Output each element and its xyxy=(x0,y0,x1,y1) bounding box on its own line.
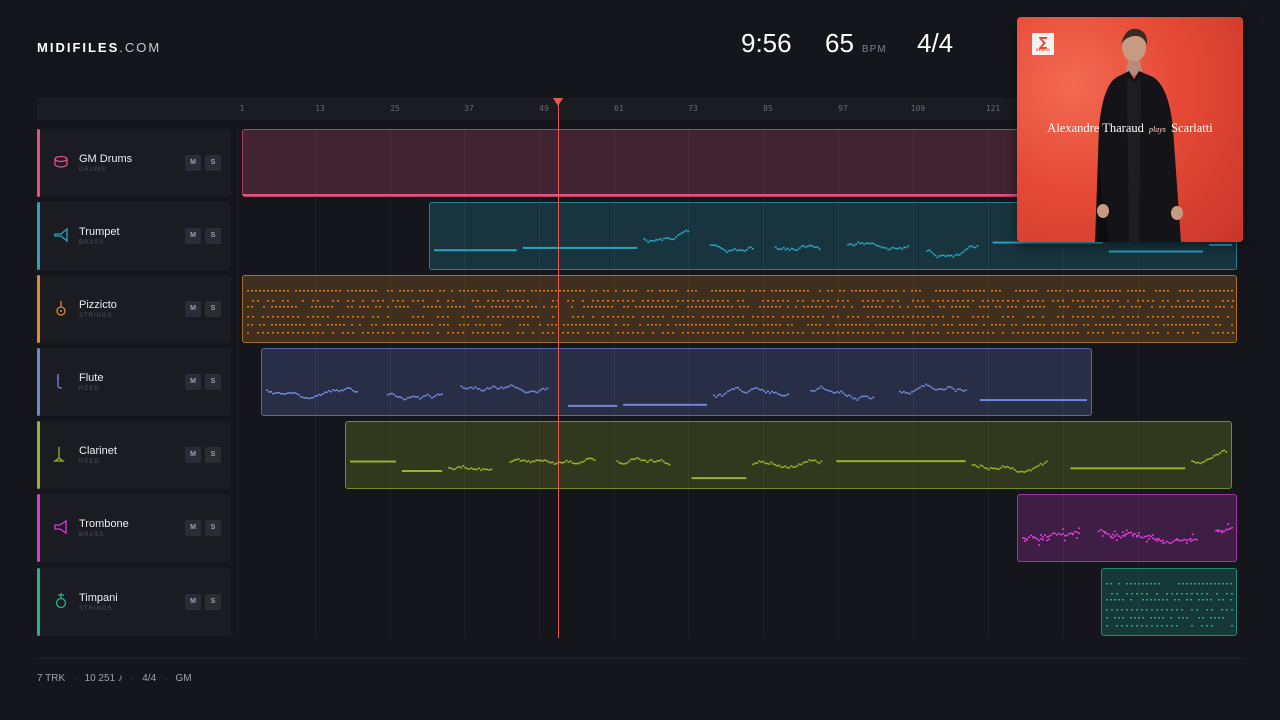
ruler-tick: 61 xyxy=(614,104,624,113)
mute-button[interactable]: M xyxy=(185,594,201,610)
flute-icon xyxy=(53,372,69,390)
track-header-trombone[interactable]: Trombone BRASS M S xyxy=(37,494,231,562)
solo-button[interactable]: S xyxy=(205,374,221,390)
solo-button[interactable]: S xyxy=(205,594,221,610)
album-cover: ERATO Alexandre Tharaud plays Scarlatti xyxy=(1017,17,1243,242)
track-category: BRASS xyxy=(79,240,105,246)
midi-clip[interactable] xyxy=(242,275,1237,343)
tempo-display: 65 BPM xyxy=(825,28,887,58)
brand-logo: MIDIFILES.COM xyxy=(37,40,162,55)
ruler-tick: 121 xyxy=(985,104,1001,113)
ruler-tick: 25 xyxy=(390,104,400,113)
midi-clip[interactable] xyxy=(1101,568,1237,636)
playhead[interactable] xyxy=(558,98,559,638)
ruler-tick: 73 xyxy=(688,104,698,113)
brand-tld: .COM xyxy=(119,40,162,55)
track-category: DRUMS xyxy=(79,167,106,173)
track-color-bar xyxy=(37,568,40,636)
track-header-timpani[interactable]: Timpani STRINGS M S xyxy=(37,568,231,636)
footer-signature: 4/4 xyxy=(142,673,157,684)
guitar-icon xyxy=(53,299,69,317)
time-signature: 4/4 xyxy=(917,28,954,58)
track-category: BRASS xyxy=(79,532,105,538)
track-header-flute[interactable]: Flute REED M S xyxy=(37,348,231,416)
solo-button[interactable]: S xyxy=(205,155,221,171)
track-name: GM Drums xyxy=(79,153,133,165)
mute-button[interactable]: M xyxy=(185,155,201,171)
track-color-bar xyxy=(37,129,40,197)
note-count: 10 251 ♪ xyxy=(84,673,123,684)
track-header-trumpet[interactable]: Trumpet BRASS M S xyxy=(37,202,231,270)
footer-divider xyxy=(37,658,1243,659)
midi-clip[interactable] xyxy=(345,421,1232,489)
ruler-tick: 37 xyxy=(464,104,474,113)
track-color-bar xyxy=(37,202,40,270)
album-title: Alexandre Tharaud plays Scarlatti xyxy=(1047,121,1213,135)
solo-button[interactable]: S xyxy=(205,301,221,317)
note-pattern xyxy=(350,449,1228,480)
status-footer: 7 TRK · 10 251 ♪ · 4/4 · GM xyxy=(37,673,192,684)
track-name: Trumpet xyxy=(79,226,120,238)
playhead-marker[interactable] xyxy=(553,98,563,106)
track-category: STRINGS xyxy=(79,606,113,612)
timpani-icon xyxy=(53,592,69,610)
track-header-clarinet[interactable]: Clarinet REED M S xyxy=(37,421,231,489)
ruler-tick: 97 xyxy=(838,104,848,113)
mute-button[interactable]: M xyxy=(185,228,201,244)
track-name: Pizzicto xyxy=(79,299,117,311)
ruler-tick: 49 xyxy=(539,104,549,113)
track-name: Flute xyxy=(79,372,104,384)
tempo-unit: BPM xyxy=(861,44,887,55)
mute-button[interactable]: M xyxy=(185,447,201,463)
note-pattern xyxy=(266,383,1087,407)
track-color-bar xyxy=(37,494,40,562)
track-header-pizzicto[interactable]: Pizzicto STRINGS M S xyxy=(37,275,231,343)
trumpet-icon xyxy=(53,226,69,244)
elapsed-time: 9:56 xyxy=(741,28,792,58)
track-category: REED xyxy=(79,386,100,392)
track-name: Trombone xyxy=(79,518,129,530)
midi-clip[interactable] xyxy=(261,348,1092,416)
track-name: Clarinet xyxy=(79,445,117,457)
trombone-icon xyxy=(53,518,69,536)
midi-standard: GM xyxy=(175,673,192,684)
track-name: Timpani xyxy=(79,592,118,604)
track-header-gm-drums[interactable]: GM Drums DRUMS M S xyxy=(37,129,231,197)
solo-button[interactable]: S xyxy=(205,447,221,463)
note-pattern xyxy=(1106,583,1233,627)
track-color-bar xyxy=(37,421,40,489)
mute-button[interactable]: M xyxy=(185,301,201,317)
note-pattern xyxy=(247,290,1234,334)
grid-line xyxy=(237,128,238,638)
solo-button[interactable]: S xyxy=(205,520,221,536)
tempo-value: 65 xyxy=(825,28,854,58)
mute-button[interactable]: M xyxy=(185,374,201,390)
clarinet-icon xyxy=(53,445,69,463)
track-count: 7 TRK xyxy=(37,673,66,684)
ruler-tick: 109 xyxy=(910,104,926,113)
track-color-bar xyxy=(37,275,40,343)
ruler-tick: 1 xyxy=(239,104,245,113)
track-category: STRINGS xyxy=(79,313,113,319)
erato-label-logo: ERATO xyxy=(1032,33,1054,55)
track-color-bar xyxy=(37,348,40,416)
ruler-tick: 13 xyxy=(315,104,325,113)
ruler-tick: 85 xyxy=(763,104,773,113)
midi-clip[interactable] xyxy=(1017,494,1237,562)
solo-button[interactable]: S xyxy=(205,228,221,244)
note-pattern xyxy=(1022,523,1234,546)
mute-button[interactable]: M xyxy=(185,520,201,536)
track-category: REED xyxy=(79,459,100,465)
drum-icon xyxy=(53,153,69,171)
